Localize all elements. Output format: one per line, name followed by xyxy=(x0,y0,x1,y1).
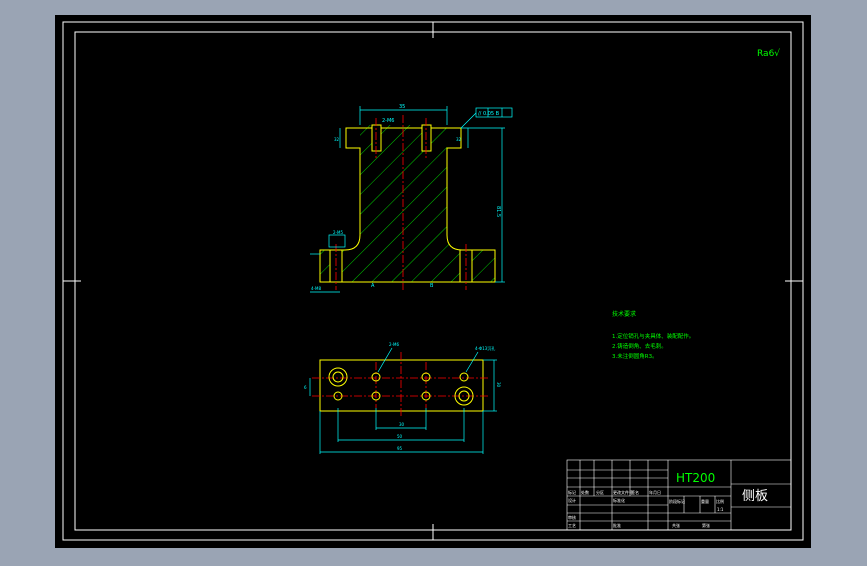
dim-height: 81.5 xyxy=(495,206,501,217)
roughness-symbol: Ra6√ xyxy=(757,48,780,59)
leader-a: A xyxy=(371,283,375,289)
tb-change-doc: 更改文件号 xyxy=(613,489,633,495)
tb-sheet-no: 第张 xyxy=(702,522,710,528)
tb-scale: 比例 xyxy=(716,498,724,504)
top-hole-right xyxy=(421,124,432,152)
note-1: 1.定位销孔与夹具体、装配配作。 xyxy=(612,332,694,340)
tb-standardization: 标准化 xyxy=(613,497,625,503)
tolerance-frame: // 0.05 B xyxy=(478,111,500,117)
dim-bottom-left: 4-M8 xyxy=(311,286,321,291)
tb-approve: 批准 xyxy=(613,522,621,528)
tb-date: 年月日 xyxy=(649,489,661,495)
tb-process: 工艺 xyxy=(568,523,576,528)
dim-overall-width: 95 xyxy=(397,446,403,451)
top-hole-left xyxy=(371,124,382,152)
tb-count: 处数 xyxy=(581,489,589,495)
drawing-sheet: Ra6√ 35 2-M6 81.5 32 32 // 0.05 B 4-M8 2… xyxy=(55,15,811,548)
tb-mark: 标记 xyxy=(568,489,576,495)
dim-height-right: 30 xyxy=(496,382,501,388)
tb-review: 审核 xyxy=(568,514,576,520)
dim-mid-spacing: 50 xyxy=(397,434,403,439)
dim-inner-spacing: 30 xyxy=(399,422,405,427)
tb-zone: 分区 xyxy=(596,489,604,495)
tb-stage: 阶段标记 xyxy=(669,498,685,504)
dim-left-small: 32 xyxy=(334,137,340,142)
tb-total-sheets: 共张 xyxy=(672,522,680,528)
notes-heading: 技术要求 xyxy=(612,310,636,318)
part-name: 侧板 xyxy=(742,489,768,504)
dim-hole-spec: 2-M6 xyxy=(382,118,394,124)
note-2: 2.铸造倒角、去毛刺。 xyxy=(612,342,667,350)
material-label: HT200 xyxy=(676,471,715,485)
tb-weight: 重量 xyxy=(701,498,709,504)
callout-right: 4-Φ13沉孔 xyxy=(475,345,495,351)
tb-design: 设计 xyxy=(568,497,576,503)
dim-top-width: 35 xyxy=(399,104,405,110)
leader-b: B xyxy=(430,283,434,289)
note-3: 3.未注倒圆角R3。 xyxy=(612,352,658,360)
dim-base-left: 2-M5 xyxy=(333,230,343,235)
tb-scale-value: 1:1 xyxy=(717,507,724,512)
callout-left: 2-M6 xyxy=(389,342,399,347)
tb-sign: 签名 xyxy=(631,489,639,495)
dim-right-small: 32 xyxy=(456,137,462,142)
cad-viewport: Ra6√ 35 2-M6 81.5 32 32 // 0.05 B 4-M8 2… xyxy=(0,0,867,562)
